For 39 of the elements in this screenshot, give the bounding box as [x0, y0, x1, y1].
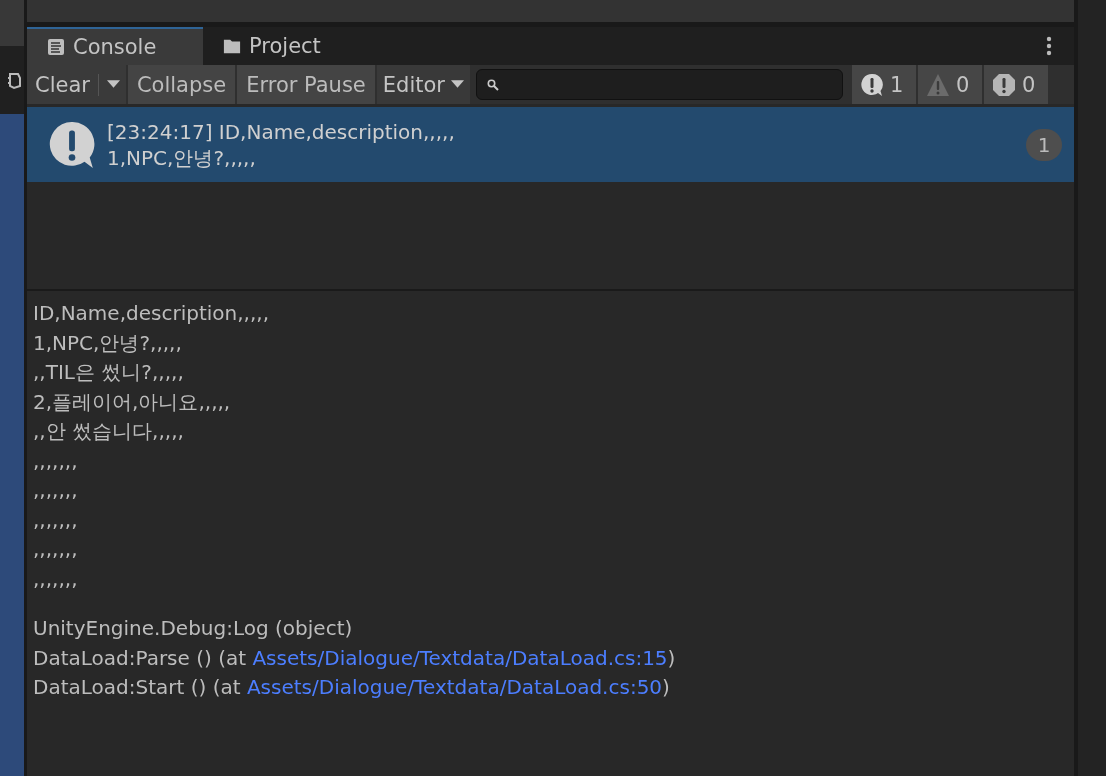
detail-line: ,,,,,,,	[33, 447, 79, 475]
search-field[interactable]	[475, 69, 843, 100]
detail-line: 1,NPC,안녕?,,,,,	[33, 329, 183, 357]
detail-line: ,,,,,,,	[33, 477, 79, 504]
error-icon	[991, 72, 1016, 97]
info-icon	[859, 72, 884, 97]
detail-line: ,,,,,,,	[33, 565, 79, 593]
panel-tab[interactable]: Console	[27, 27, 203, 65]
detail-line: ,,TIL은 썼니?,,,,,	[33, 359, 185, 386]
search-icon	[486, 78, 499, 91]
count-badge: 1	[1026, 128, 1062, 161]
count-toggle[interactable]: 0	[917, 65, 982, 104]
log-message: 1,NPC,안녕?,,,,,	[107, 144, 257, 171]
detail-line: ID,Name,description,,,,,	[33, 300, 270, 327]
clear-button[interactable]: Clear	[27, 65, 126, 104]
stack-trace-line: UnityEngine.Debug:Log (object)	[33, 615, 354, 642]
count-toggle[interactable]: 0	[983, 65, 1048, 104]
detail-line: ,,안 썼습니다,,,,,	[33, 418, 185, 445]
console-icon	[47, 38, 65, 56]
stack-trace-line: DataLoad:Parse () (at Assets/Dialogue/Textdata/DataLoad.cs:15)	[33, 644, 677, 672]
log-message: [23:24:17] ID,Name,description,,,,,	[107, 118, 456, 145]
toolbar-button[interactable]: Collapse	[127, 65, 236, 104]
count-toggle[interactable]: 1	[851, 65, 916, 104]
dropdown-button[interactable]: Editor	[376, 65, 470, 104]
file-link[interactable]: Assets/Dialogue/Textdata/DataLoad.cs:15	[252, 645, 668, 670]
caret-icon	[450, 80, 464, 89]
detail-line: 2,플레이어,아니요,,,,,	[33, 388, 232, 416]
more-menu-icon[interactable]	[1046, 36, 1052, 56]
folder-icon	[223, 37, 241, 55]
panel-tab[interactable]: Project	[203, 27, 379, 65]
file-link[interactable]: Assets/Dialogue/Textdata/DataLoad.cs:50	[246, 675, 663, 699]
caret-icon[interactable]	[106, 80, 120, 89]
info-icon	[47, 119, 97, 170]
log-entry[interactable]: [23:24:17] ID,Name,description,,,,, 1,NPC,안녕?,,,,, 1	[27, 107, 1074, 182]
detail-line: ,,,,,,,	[33, 536, 79, 563]
stack-trace-line: DataLoad:Start () (at Assets/Dialogue/Textdata/DataLoad.cs:50)	[33, 674, 671, 701]
warning-icon	[925, 72, 950, 97]
toolbar-button[interactable]: Error Pause	[237, 65, 375, 104]
detail-line: ,,,,,,,	[33, 506, 79, 534]
